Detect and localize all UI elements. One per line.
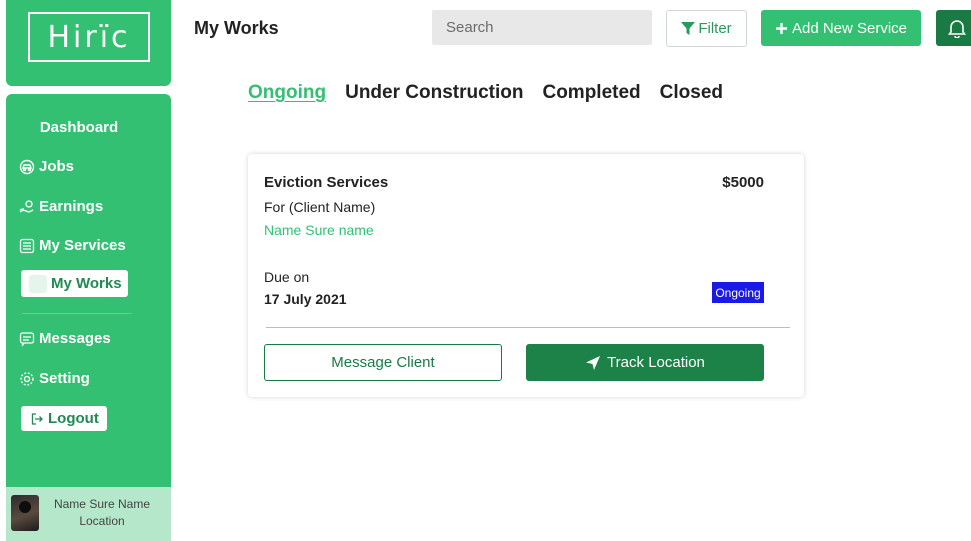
sidebar-item-earnings[interactable]: Earnings: [19, 198, 103, 215]
service-name: Eviction Services: [264, 174, 389, 191]
due-label: Due on: [264, 269, 310, 285]
plus-icon: [775, 22, 787, 34]
message-icon: [19, 331, 35, 346]
sidebar-item-label: Earnings: [39, 198, 104, 215]
notifications-button[interactable]: [936, 10, 971, 46]
work-card: Eviction Services $5000 For (Client Name…: [248, 154, 804, 397]
tab-under-construction[interactable]: Under Construction: [345, 82, 523, 104]
sidebar-item-label: My Services: [39, 237, 126, 254]
status-badge: Ongoing: [712, 282, 764, 303]
service-price: $5000: [722, 174, 764, 191]
sidebar: Dashboard Jobs Earnings My Services My W…: [6, 94, 171, 541]
logout-label: Logout: [48, 410, 99, 427]
add-new-service-label: Add New Service: [791, 19, 908, 37]
message-client-button[interactable]: Message Client: [264, 344, 502, 381]
client-name[interactable]: Name Sure name: [264, 222, 374, 238]
client-label: For (Client Name): [264, 199, 376, 215]
sidebar-divider: [22, 313, 132, 314]
status-tabs: Ongoing Under Construction Completed Clo…: [248, 82, 723, 104]
track-location-label: Track Location: [607, 354, 705, 371]
logo-text: Hirïc: [47, 19, 131, 55]
avatar[interactable]: [11, 495, 39, 531]
location-arrow-icon: [586, 355, 601, 370]
message-client-label: Message Client: [331, 354, 435, 371]
due-date: 17 July 2021: [264, 291, 347, 307]
filter-button[interactable]: Filter: [666, 10, 747, 47]
list-icon: [19, 238, 35, 253]
logout-button[interactable]: Logout: [21, 406, 107, 431]
money-hand-icon: [19, 199, 34, 213]
logo[interactable]: Hirïc: [28, 12, 150, 62]
sidebar-item-my-works[interactable]: My Works: [21, 270, 128, 297]
tab-ongoing[interactable]: Ongoing: [248, 82, 326, 104]
sidebar-item-label: Setting: [39, 370, 90, 387]
logout-icon: [31, 412, 43, 425]
card-divider: [266, 327, 790, 328]
car-icon: [19, 159, 35, 174]
profile-location: Location: [79, 514, 125, 528]
track-location-button[interactable]: Track Location: [526, 344, 764, 381]
sidebar-title[interactable]: Dashboard: [6, 119, 152, 136]
sidebar-item-setting[interactable]: Setting: [19, 370, 90, 387]
works-icon: [29, 274, 47, 293]
filter-label: Filter: [698, 20, 732, 37]
sidebar-item-my-services[interactable]: My Services: [19, 237, 126, 254]
sidebar-item-label: Jobs: [39, 158, 75, 175]
sidebar-item-label: Messages: [39, 330, 111, 347]
tab-completed[interactable]: Completed: [542, 82, 640, 104]
profile-name: Name Sure Name: [53, 497, 151, 511]
tab-closed[interactable]: Closed: [660, 82, 723, 104]
sidebar-item-label: My Works: [51, 275, 122, 292]
page-title: My Works: [194, 18, 279, 38]
filter-icon: [681, 21, 696, 35]
sidebar-item-jobs[interactable]: Jobs: [19, 158, 74, 175]
sidebar-item-messages[interactable]: Messages: [19, 330, 111, 347]
logo-container: Hirïc: [6, 0, 171, 86]
gear-icon: [20, 371, 34, 386]
add-new-service-button[interactable]: Add New Service: [761, 10, 921, 46]
search-input[interactable]: [432, 10, 652, 45]
profile-card[interactable]: Name Sure Name Location: [6, 487, 171, 541]
bell-icon: [948, 20, 966, 38]
